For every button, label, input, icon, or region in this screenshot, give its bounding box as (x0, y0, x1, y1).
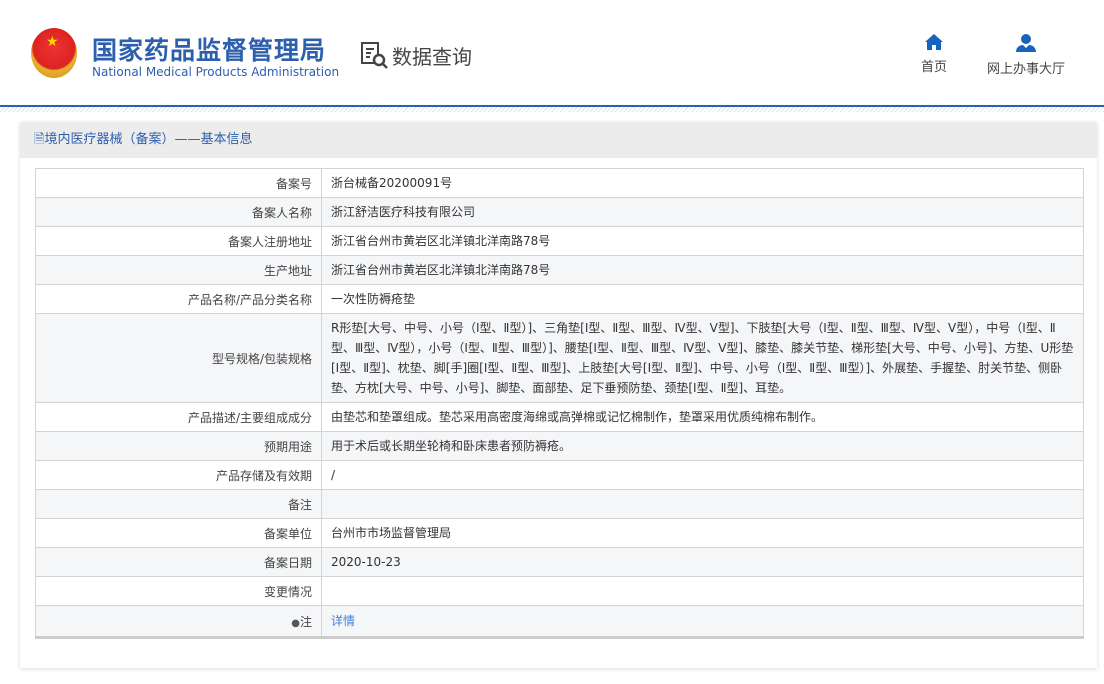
nav-home-label: 首页 (921, 60, 948, 75)
national-emblem-logo: ★ (31, 28, 77, 78)
table-row: 变更情况 (35, 576, 1084, 606)
row-label: ●注 (35, 605, 322, 639)
table-row: 备案人名称 浙江舒洁医疗科技有限公司 (35, 197, 1084, 227)
data-query-section: 数据查询 (360, 40, 472, 70)
table-row: 备案日期 2020-10-23 (35, 547, 1084, 577)
table-row: 备注 (35, 489, 1084, 519)
row-label: 产品描述/主要组成成分 (35, 402, 322, 432)
table-row: 产品存储及有效期 / (35, 460, 1084, 490)
pin-icon: ● (291, 617, 300, 629)
row-value: 用于术后或长期坐轮椅和卧床患者预防褥疮。 (321, 431, 1084, 461)
details-link[interactable]: 详情 (331, 614, 355, 628)
row-value (321, 489, 1084, 519)
row-label: 备案人名称 (35, 197, 322, 227)
row-label: 产品存储及有效期 (35, 460, 322, 490)
data-query-label: 数据查询 (392, 44, 472, 69)
table-row: 备案号 浙台械备20200091号 (35, 168, 1084, 198)
row-value: 一次性防褥疮垫 (321, 284, 1084, 314)
row-value: 浙江舒洁医疗科技有限公司 (321, 197, 1084, 227)
row-value: 浙台械备20200091号 (321, 168, 1084, 198)
home-icon (925, 34, 943, 50)
table-row: 型号规格/包装规格 R形垫[大号、中号、小号（Ⅰ型、Ⅱ型）]、三角垫[Ⅰ型、Ⅱ型、… (35, 313, 1084, 403)
table-row: ●注 详情 (35, 605, 1084, 639)
table-row: 产品名称/产品分类名称 一次性防褥疮垫 (35, 284, 1084, 314)
info-table: 备案号 浙台械备20200091号 备案人名称 浙江舒洁医疗科技有限公司 备案人注册地址… (35, 168, 1084, 639)
row-label: 备案人注册地址 (35, 226, 322, 256)
row-value (321, 576, 1084, 606)
site-title-cn: 国家药品监督管理局 (92, 36, 327, 65)
nav-online-service-hall[interactable]: 网上办事大厅 (987, 34, 1065, 77)
table-row: 预期用途 用于术后或长期坐轮椅和卧床患者预防褥疮。 (35, 431, 1084, 461)
row-value: / (321, 460, 1084, 490)
row-value: 详情 (321, 605, 1084, 639)
user-icon (1016, 34, 1036, 52)
row-label: 备注 (35, 489, 322, 519)
row-value: 浙江省台州市黄岩区北洋镇北洋南路78号 (321, 226, 1084, 256)
table-row: 备案人注册地址 浙江省台州市黄岩区北洋镇北洋南路78号 (35, 226, 1084, 256)
basic-info-panel: 🗎境内医疗器械（备案）——基本信息 备案号 浙台械备20200091号 备案人名称浙… (20, 122, 1097, 668)
row-label: 产品名称/产品分类名称 (35, 284, 322, 314)
row-label: 备案日期 (35, 547, 322, 577)
site-header: ★ 国家药品监督管理局 National Medical Products Ad… (0, 0, 1104, 105)
table-row: 产品描述/主要组成成分 由垫芯和垫罩组成。垫芯采用高密度海绵或高弹棉或记忆棉制作，… (35, 402, 1084, 432)
row-label: 型号规格/包装规格 (35, 313, 322, 403)
panel-title: 🗎境内医疗器械（备案）——基本信息 (20, 122, 1097, 158)
table-row: 生产地址 浙江省台州市黄岩区北洋镇北洋南路78号 (35, 255, 1084, 285)
row-value: 2020-10-23 (321, 547, 1084, 577)
document-search-icon (361, 42, 388, 69)
row-value: 浙江省台州市黄岩区北洋镇北洋南路78号 (321, 255, 1084, 285)
row-label: 预期用途 (35, 431, 322, 461)
site-title-en: National Medical Products Administration (92, 65, 340, 79)
row-value: 台州市市场监督管理局 (321, 518, 1084, 548)
document-icon: 🗎 (34, 132, 45, 147)
row-label: 生产地址 (35, 255, 322, 285)
table-row: 备案单位 台州市市场监督管理局 (35, 518, 1084, 548)
nav-online-service-label: 网上办事大厅 (987, 62, 1066, 77)
nav-home[interactable]: 首页 (921, 34, 947, 75)
row-label: 备案单位 (35, 518, 322, 548)
row-value: 由垫芯和垫罩组成。垫芯采用高密度海绵或高弹棉或记忆棉制作，垫罩采用优质纯棉布制作… (321, 402, 1084, 432)
row-value: R形垫[大号、中号、小号（Ⅰ型、Ⅱ型）]、三角垫[Ⅰ型、Ⅱ型、Ⅲ型、Ⅳ型、Ⅴ型]… (321, 313, 1084, 403)
row-label: 变更情况 (35, 576, 322, 606)
row-label: 备案号 (35, 168, 322, 198)
